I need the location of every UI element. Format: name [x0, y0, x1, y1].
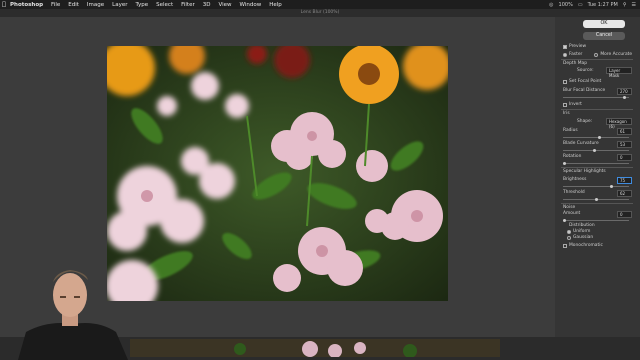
menu-bar:  Photoshop File Edit Image Layer Type S…	[0, 0, 640, 9]
rotation-field[interactable]: 0	[617, 154, 632, 161]
cancel-button[interactable]: Cancel	[583, 32, 625, 40]
battery-percent: 100%	[558, 1, 573, 8]
set-focal-point-label: Set Focal Point	[569, 79, 602, 84]
menu-file[interactable]: File	[51, 2, 60, 8]
faster-label: Faster	[569, 52, 583, 57]
rotation-thumb[interactable]	[563, 161, 566, 165]
invert-option[interactable]: Invert	[563, 102, 582, 107]
radius-slider[interactable]	[563, 135, 629, 139]
search-icon[interactable]: ⚲	[623, 2, 627, 8]
apple-icon[interactable]: 	[0, 1, 8, 8]
brightness-label: Brightness	[563, 177, 587, 182]
depth-map-heading: Depth Map	[563, 61, 588, 66]
presenter-video	[18, 262, 128, 360]
brightness-thumb[interactable]	[610, 184, 614, 188]
shape-label: Shape:	[577, 119, 593, 124]
monochromatic-label: Monochromatic	[569, 243, 603, 248]
filmstrip-image	[130, 339, 500, 357]
radius-thumb[interactable]	[597, 135, 601, 139]
radius-label: Radius	[563, 128, 578, 133]
status-area: ◎ 100% ▭ Tue 1:27 PM ⚲ ☰	[549, 2, 640, 8]
uniform-label: Uniform	[573, 229, 591, 234]
rotation-slider[interactable]	[563, 161, 629, 165]
invert-label: Invert	[569, 102, 582, 107]
flower-photo	[107, 46, 448, 301]
menu-image[interactable]: Image	[87, 2, 104, 8]
monochromatic-checkbox[interactable]	[563, 243, 567, 248]
shape-select[interactable]: Hexagon (6)	[606, 118, 632, 129]
specular-highlights-heading: Specular Highlights	[563, 169, 606, 174]
amount-field[interactable]: 0	[617, 211, 632, 218]
menu-select[interactable]: Select	[156, 2, 173, 8]
dialog-title: Lens Blur (100%)	[0, 9, 640, 17]
menu-type[interactable]: Type	[136, 2, 149, 8]
preview-image[interactable]	[107, 46, 448, 301]
threshold-field[interactable]: 62	[617, 190, 632, 197]
quality-options: Faster More Accurate	[563, 52, 632, 57]
source-label: Source:	[577, 68, 594, 73]
blur-focal-distance-field[interactable]: 270	[617, 88, 632, 95]
menu-view[interactable]: View	[218, 2, 231, 8]
clock[interactable]: Tue 1:27 PM	[588, 2, 618, 8]
divider	[561, 203, 633, 204]
blade-curvature-slider[interactable]	[563, 148, 629, 152]
monochromatic-option[interactable]: Monochromatic	[563, 243, 603, 248]
divider	[561, 167, 633, 168]
battery-icon[interactable]: ▭	[578, 2, 583, 8]
uniform-option[interactable]: Uniform	[567, 229, 590, 234]
set-focal-point-icon[interactable]	[563, 79, 567, 84]
more-accurate-label: More Accurate	[600, 52, 633, 57]
wifi-icon[interactable]: ◎	[549, 2, 553, 8]
divider	[561, 109, 633, 110]
noise-heading: Noise	[563, 205, 576, 210]
rotation-label: Rotation	[563, 154, 582, 159]
menu-help[interactable]: Help	[269, 2, 282, 8]
blade-curvature-thumb[interactable]	[593, 148, 597, 152]
menu-app-name[interactable]: Photoshop	[10, 2, 43, 8]
lens-blur-panel: OK Cancel Preview Faster More Accurate D…	[555, 17, 640, 337]
menu-list-icon[interactable]: ☰	[632, 2, 636, 8]
blade-curvature-field[interactable]: 53	[617, 141, 632, 148]
invert-checkbox[interactable]	[563, 102, 567, 107]
blur-focal-distance-slider[interactable]	[563, 95, 629, 99]
gaussian-option[interactable]: Gaussian	[567, 235, 593, 240]
faster-radio[interactable]	[563, 52, 567, 57]
amount-slider[interactable]	[563, 218, 629, 222]
menu-edit[interactable]: Edit	[68, 2, 79, 8]
preview-checkbox[interactable]	[563, 44, 567, 49]
set-focal-point-option[interactable]: Set Focal Point	[563, 79, 601, 84]
presenter-silhouette	[18, 270, 128, 360]
preview-label: Preview	[569, 44, 587, 49]
threshold-label: Threshold	[563, 190, 585, 195]
blade-curvature-label: Blade Curvature	[563, 141, 599, 146]
divider	[561, 59, 633, 60]
menu-window[interactable]: Window	[240, 2, 262, 8]
distribution-heading: Distribution	[569, 223, 595, 228]
ok-button[interactable]: OK	[583, 20, 625, 28]
blur-focal-distance-label: Blur Focal Distance	[563, 88, 606, 93]
threshold-thumb[interactable]	[594, 197, 598, 201]
brightness-field[interactable]: 75	[617, 177, 632, 184]
gaussian-label: Gaussian	[573, 235, 594, 240]
amount-thumb[interactable]	[563, 218, 566, 222]
radius-field[interactable]: 61	[617, 128, 632, 135]
brightness-slider[interactable]	[563, 184, 629, 188]
filmstrip-preview	[130, 339, 500, 357]
source-select[interactable]: Layer Mask	[606, 67, 632, 78]
uniform-radio[interactable]	[567, 229, 571, 234]
menu-3d[interactable]: 3D	[203, 2, 211, 8]
gaussian-radio[interactable]	[567, 235, 571, 240]
menu-filter[interactable]: Filter	[181, 2, 195, 8]
threshold-slider[interactable]	[563, 197, 629, 201]
preview-option[interactable]: Preview	[563, 44, 586, 49]
iris-heading: Iris	[563, 111, 570, 116]
blur-focal-distance-thumb[interactable]	[622, 95, 626, 99]
amount-label: Amount	[563, 211, 581, 216]
menu-layer[interactable]: Layer	[112, 2, 127, 8]
more-accurate-radio[interactable]	[594, 52, 599, 57]
